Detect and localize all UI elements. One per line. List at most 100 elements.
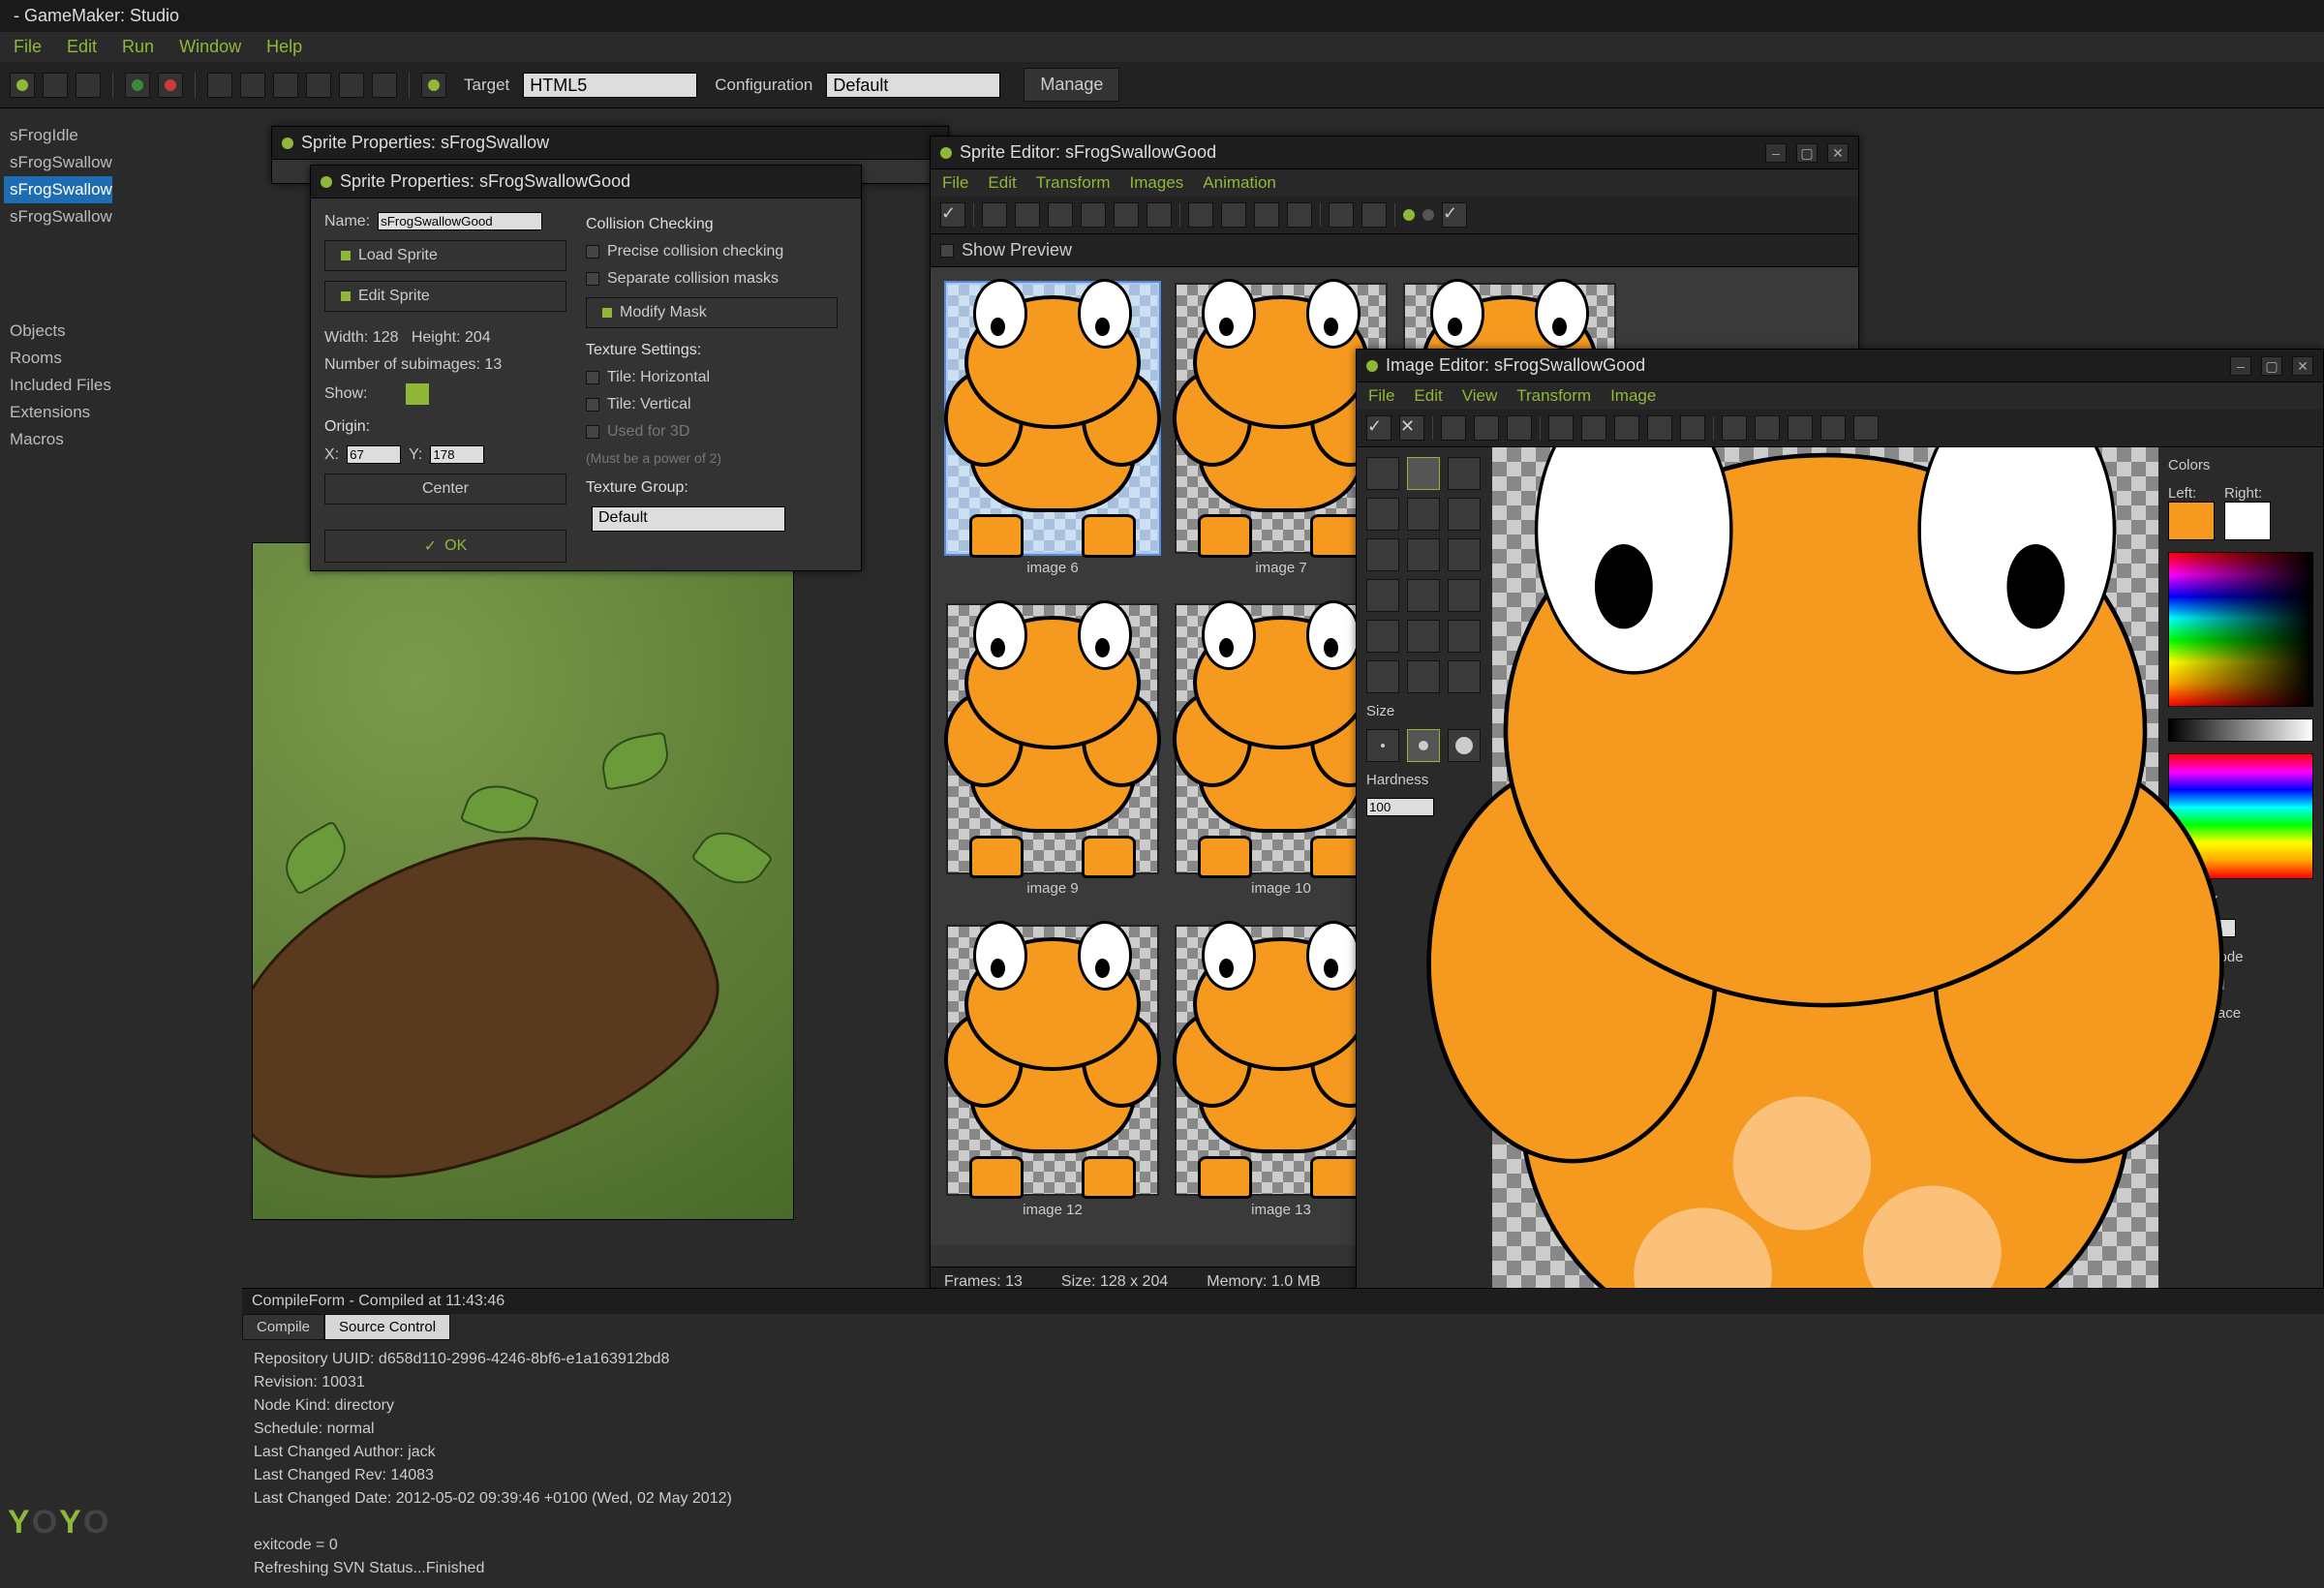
- ie-zoom1-icon[interactable]: [1755, 415, 1780, 441]
- ie-zoomout-icon[interactable]: [1722, 415, 1747, 441]
- se-play-icon[interactable]: [1403, 209, 1415, 221]
- menu-window[interactable]: Window: [179, 37, 241, 57]
- se-menu-transform[interactable]: Transform: [1036, 173, 1111, 193]
- right-color-swatch[interactable]: [2224, 502, 2271, 540]
- se-stop-icon[interactable]: [1422, 209, 1434, 221]
- tb-run-icon[interactable]: [125, 73, 150, 98]
- tb-open-icon[interactable]: [43, 73, 68, 98]
- ie-open-icon[interactable]: [1474, 415, 1499, 441]
- tile-v-checkbox[interactable]: [586, 398, 599, 412]
- source-control-tab[interactable]: Source Control: [324, 1314, 450, 1340]
- ie-menu-image[interactable]: Image: [1610, 386, 1656, 406]
- ie-paste-icon[interactable]: [1614, 415, 1639, 441]
- origin-x-input[interactable]: [347, 445, 401, 464]
- se-ok-icon[interactable]: ✓: [940, 202, 965, 228]
- resource-tree[interactable]: sFrogIdle sFrogSwallow sFrogSwallowGood …: [0, 116, 116, 1404]
- ie-ok-icon[interactable]: ✓: [1366, 415, 1391, 441]
- tb-script-icon[interactable]: [339, 73, 364, 98]
- se-new-icon[interactable]: [982, 202, 1007, 228]
- minimize-icon[interactable]: ‒: [1765, 143, 1787, 163]
- modify-mask-button[interactable]: Modify Mask: [586, 297, 838, 328]
- tb-path-icon[interactable]: [306, 73, 331, 98]
- ie-undo-icon[interactable]: [1647, 415, 1672, 441]
- target-select[interactable]: HTML5: [523, 73, 697, 98]
- rectfill-tool-icon[interactable]: [1366, 660, 1399, 693]
- tb-object-icon[interactable]: [372, 73, 397, 98]
- se-menu-edit[interactable]: Edit: [988, 173, 1016, 193]
- name-input[interactable]: [378, 212, 542, 230]
- ie-new-icon[interactable]: [1441, 415, 1466, 441]
- spray-tool-icon[interactable]: [1407, 457, 1440, 490]
- menu-run[interactable]: Run: [122, 37, 154, 57]
- ie-redo-icon[interactable]: [1680, 415, 1705, 441]
- origin-y-input[interactable]: [430, 445, 484, 464]
- sprite-frame[interactable]: image 9: [946, 603, 1159, 908]
- sprite-properties-window[interactable]: Sprite Properties: sFrogSwallowGood Name…: [310, 165, 862, 571]
- compile-output[interactable]: Repository UUID: d658d110-2996-4246-8bf6…: [242, 1340, 2324, 1588]
- ie-grid-icon[interactable]: [1820, 415, 1846, 441]
- texture-group-select[interactable]: Default: [592, 506, 785, 532]
- show-preview-checkbox[interactable]: [940, 244, 954, 258]
- tree-item[interactable]: Extensions: [4, 399, 112, 426]
- pencil-tool-icon[interactable]: [1366, 457, 1399, 490]
- tree-item[interactable]: Included Files: [4, 372, 112, 399]
- rect-tool-icon[interactable]: [1366, 620, 1399, 653]
- config-select[interactable]: Default: [826, 73, 1000, 98]
- tree-item[interactable]: Rooms: [4, 345, 112, 372]
- tree-item[interactable]: Objects: [4, 318, 112, 345]
- ok-button[interactable]: ✓ OK: [324, 530, 566, 563]
- tree-item[interactable]: sFrogIdle: [4, 122, 112, 149]
- load-sprite-button[interactable]: Load Sprite: [324, 240, 566, 271]
- picker-tool-icon[interactable]: [1366, 498, 1399, 531]
- se-zoom-icon[interactable]: ✓: [1442, 202, 1467, 228]
- se-copy-icon[interactable]: [1114, 202, 1139, 228]
- sprite-frame[interactable]: image 6: [946, 283, 1159, 588]
- manage-button[interactable]: Manage: [1024, 68, 1119, 102]
- ie-copy-icon[interactable]: [1581, 415, 1606, 441]
- se-menu-file[interactable]: File: [942, 173, 968, 193]
- se-add-icon[interactable]: [1329, 202, 1354, 228]
- tile-h-checkbox[interactable]: [586, 371, 599, 384]
- se-save-icon[interactable]: [1048, 202, 1073, 228]
- ellipse-tool-icon[interactable]: [1407, 620, 1440, 653]
- separate-checkbox[interactable]: [586, 272, 599, 286]
- ellipsefill-tool-icon[interactable]: [1407, 660, 1440, 693]
- tb-save-icon[interactable]: [76, 73, 101, 98]
- edit-sprite-button[interactable]: Edit Sprite: [324, 281, 566, 312]
- tree-item[interactable]: sFrogSwallowBad: [4, 203, 112, 230]
- se-menu-animation[interactable]: Animation: [1203, 173, 1276, 193]
- image-canvas[interactable]: [1492, 447, 2158, 1413]
- precise-checkbox[interactable]: [586, 245, 599, 259]
- menu-edit[interactable]: Edit: [67, 37, 97, 57]
- tree-item-selected[interactable]: sFrogSwallowGood: [4, 176, 112, 203]
- hardness-input[interactable]: [1366, 798, 1434, 816]
- ie-menu-view[interactable]: View: [1462, 386, 1498, 406]
- image-editor-window[interactable]: Image Editor: sFrogSwallowGood ‒ ▢ ✕ Fil…: [1356, 349, 2324, 1414]
- center-button[interactable]: Center: [324, 473, 566, 504]
- tb-bg-icon[interactable]: [273, 73, 298, 98]
- close-icon[interactable]: ✕: [2292, 356, 2313, 376]
- menu-file[interactable]: File: [14, 37, 42, 57]
- se-left-icon[interactable]: [1254, 202, 1279, 228]
- ie-menu-transform[interactable]: Transform: [1516, 386, 1591, 406]
- se-open-icon[interactable]: [1015, 202, 1040, 228]
- tree-item[interactable]: Macros: [4, 426, 112, 453]
- select-rect-icon[interactable]: [1366, 579, 1399, 612]
- show-prev-icon[interactable]: [375, 383, 398, 405]
- brush-size-1[interactable]: [1366, 729, 1399, 762]
- replace-tool-icon[interactable]: [1407, 538, 1440, 571]
- ie-preview-icon[interactable]: [1853, 415, 1879, 441]
- tb-stop-icon[interactable]: [421, 73, 446, 98]
- se-menu-images[interactable]: Images: [1130, 173, 1184, 193]
- ie-menu-file[interactable]: File: [1368, 386, 1394, 406]
- tb-new-icon[interactable]: [10, 73, 35, 98]
- tb-sprite-icon[interactable]: [207, 73, 232, 98]
- tree-item[interactable]: sFrogSwallow: [4, 149, 112, 176]
- se-edit-icon[interactable]: [1361, 202, 1387, 228]
- se-undo-icon[interactable]: [1188, 202, 1213, 228]
- ie-zoomin-icon[interactable]: [1788, 415, 1813, 441]
- ie-cut-icon[interactable]: [1548, 415, 1574, 441]
- se-redo-icon[interactable]: [1221, 202, 1246, 228]
- tb-sound-icon[interactable]: [240, 73, 265, 98]
- maximize-icon[interactable]: ▢: [1796, 143, 1818, 163]
